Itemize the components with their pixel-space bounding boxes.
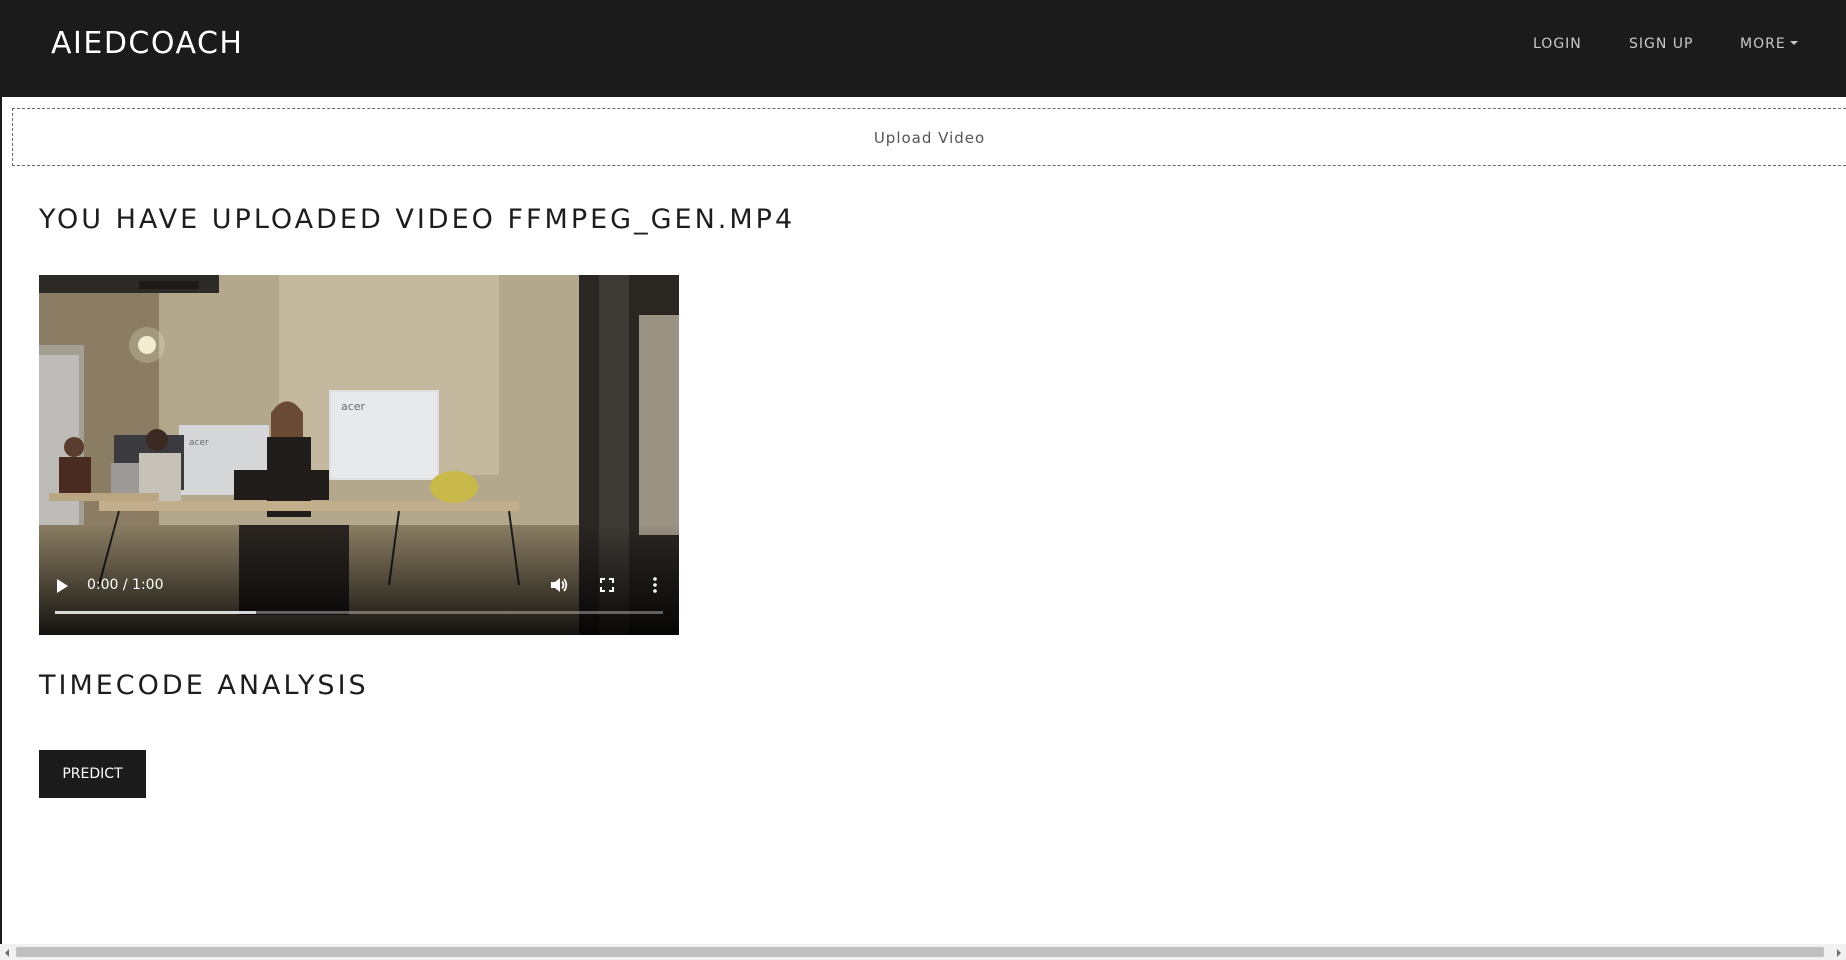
video-time-display: 0:00 / 1:00: [87, 577, 164, 593]
volume-icon[interactable]: [549, 575, 569, 595]
scroll-left-arrow-icon[interactable]: [5, 949, 9, 957]
video-buffered-bar: [55, 611, 256, 614]
nav-more-label: MORE: [1740, 36, 1786, 52]
window-edge: [0, 0, 2, 960]
nav-login-link[interactable]: LOGIN: [1533, 36, 1582, 52]
more-vertical-icon[interactable]: [645, 575, 665, 595]
brand-logo[interactable]: AIEDCOACH: [51, 26, 243, 61]
horizontal-scrollbar[interactable]: [0, 944, 1846, 960]
nav-more-dropdown[interactable]: MORE: [1740, 36, 1798, 52]
svg-text:acer: acer: [341, 400, 366, 413]
video-progress-bar[interactable]: [55, 611, 663, 614]
navbar: AIEDCOACH LOGIN SIGN UP MORE: [0, 0, 1846, 97]
svg-text:acer: acer: [189, 438, 209, 448]
fullscreen-icon[interactable]: [597, 575, 617, 595]
scrollbar-thumb[interactable]: [16, 947, 1824, 957]
scroll-right-arrow-icon[interactable]: [1837, 949, 1841, 957]
video-player[interactable]: acer acer 0:00 / 1:00: [39, 275, 679, 635]
predict-button[interactable]: PREDICT: [39, 750, 146, 798]
upload-video-dropzone[interactable]: Upload Video: [12, 108, 1846, 166]
play-icon[interactable]: [57, 579, 68, 593]
nav-signup-link[interactable]: SIGN UP: [1629, 36, 1693, 52]
upload-video-label: Upload Video: [873, 129, 986, 147]
caret-down-icon: [1789, 41, 1798, 45]
timecode-analysis-heading: TIMECODE ANALYSIS: [39, 670, 369, 701]
uploaded-video-heading: YOU HAVE UPLOADED VIDEO FFMPEG_GEN.MP4: [39, 204, 796, 235]
